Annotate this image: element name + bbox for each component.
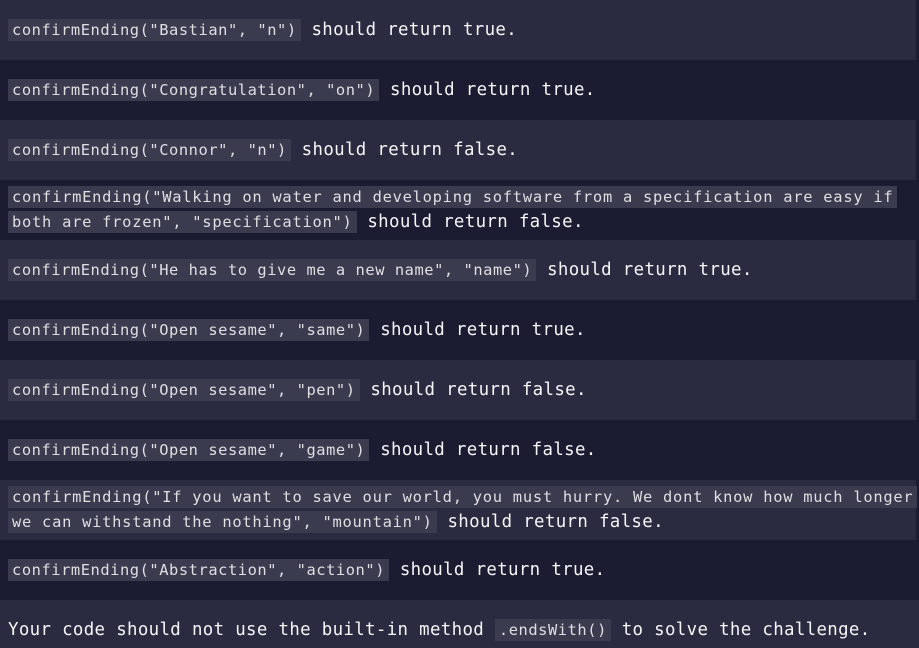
note-text: Your code should not use the built-in me… bbox=[8, 618, 871, 643]
note-code: .endsWith() bbox=[494, 618, 611, 641]
test-item: confirmEnding("Open sesame", "game") sho… bbox=[0, 420, 916, 480]
test-result: should return false. bbox=[290, 139, 519, 160]
test-item: confirmEnding("Walking on water and deve… bbox=[0, 180, 916, 240]
test-item: confirmEnding("Open sesame", "pen") shou… bbox=[0, 360, 916, 420]
test-code: confirmEnding("Abstraction", "action") bbox=[8, 558, 390, 581]
test-result: should return true. bbox=[536, 259, 753, 280]
test-text: confirmEnding("He has to give me a new n… bbox=[8, 258, 753, 283]
test-code: confirmEnding("Open sesame", "game") bbox=[8, 438, 370, 461]
test-result: should return false. bbox=[356, 212, 584, 232]
test-list: confirmEnding("Bastian", "n") should ret… bbox=[0, 0, 919, 648]
test-text: confirmEnding("Connor", "n") should retu… bbox=[8, 138, 518, 163]
challenge-note: Your code should not use the built-in me… bbox=[0, 600, 919, 648]
note-before: Your code should not use the built-in me… bbox=[8, 619, 495, 640]
test-item: confirmEnding("Open sesame", "same") sho… bbox=[0, 300, 916, 360]
test-text: confirmEnding("Open sesame", "game") sho… bbox=[8, 438, 597, 463]
test-result: should return true. bbox=[369, 319, 586, 340]
test-result: should return true. bbox=[300, 19, 518, 40]
test-text: confirmEnding("Open sesame", "pen") shou… bbox=[8, 378, 587, 403]
test-item: confirmEnding("Connor", "n") should retu… bbox=[0, 120, 916, 180]
test-code: confirmEnding("Open sesame", "same") bbox=[8, 318, 370, 341]
test-result: should return false. bbox=[359, 379, 587, 400]
test-text: confirmEnding("Bastian", "n") should ret… bbox=[8, 18, 517, 43]
test-code: confirmEnding("Congratulation", "on") bbox=[8, 78, 380, 101]
test-result: should return false. bbox=[369, 439, 597, 460]
test-item: confirmEnding("If you want to save our w… bbox=[0, 480, 918, 540]
test-text: confirmEnding("Open sesame", "same") sho… bbox=[8, 318, 586, 343]
test-item: confirmEnding("Abstraction", "action") s… bbox=[0, 540, 916, 600]
test-code: confirmEnding("He has to give me a new n… bbox=[8, 258, 537, 281]
test-item: confirmEnding("He has to give me a new n… bbox=[0, 240, 916, 300]
test-code: confirmEnding("Open sesame", "pen") bbox=[8, 378, 360, 401]
test-code: confirmEnding("Bastian", "n") bbox=[8, 18, 301, 41]
test-text: confirmEnding("If you want to save our w… bbox=[8, 485, 918, 535]
test-text: confirmEnding("Abstraction", "action") s… bbox=[8, 558, 605, 583]
test-result: should return true. bbox=[389, 559, 606, 580]
test-item: confirmEnding("Congratulation", "on") sh… bbox=[0, 60, 916, 120]
test-text: confirmEnding("Congratulation", "on") sh… bbox=[8, 78, 596, 103]
test-result: should return true. bbox=[379, 79, 596, 100]
test-code: confirmEnding("Connor", "n") bbox=[8, 138, 291, 161]
test-result: should return false. bbox=[436, 512, 664, 532]
note-after: to solve the challenge. bbox=[610, 619, 871, 640]
test-text: confirmEnding("Walking on water and deve… bbox=[8, 185, 916, 235]
test-item: confirmEnding("Bastian", "n") should ret… bbox=[0, 0, 916, 60]
